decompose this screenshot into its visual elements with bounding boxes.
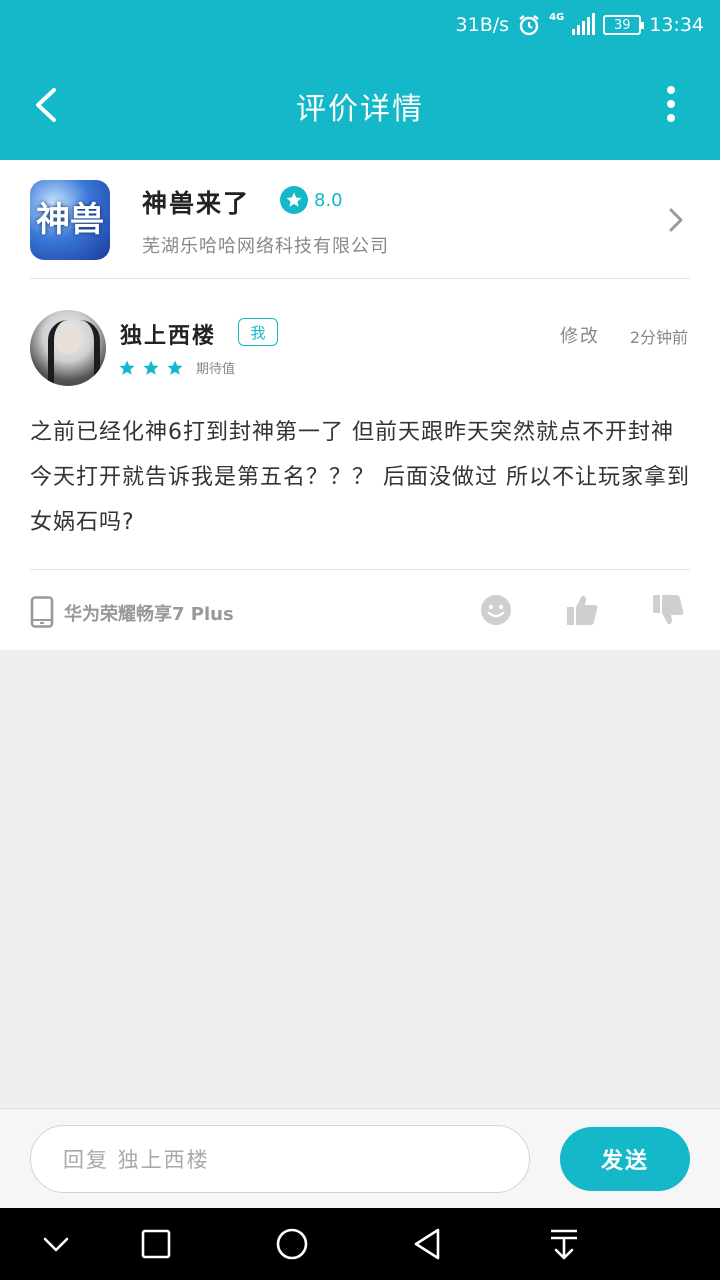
chevron-right-icon	[669, 208, 683, 232]
emoji-icon[interactable]	[478, 592, 514, 628]
recents-square-icon[interactable]	[138, 1226, 174, 1262]
game-name: 神兽来了	[142, 189, 251, 218]
divider	[30, 278, 690, 279]
reviewer-name[interactable]: 独上西楼	[120, 318, 216, 350]
review-footer: 华为荣耀畅享7 Plus	[0, 570, 720, 650]
clock: 13:34	[649, 14, 704, 36]
rating-value: 8.0	[314, 189, 343, 211]
signal-icon	[572, 13, 596, 35]
edit-button[interactable]: 修改	[560, 322, 600, 348]
review-time: 2分钟前	[629, 328, 688, 347]
star-icon	[143, 360, 159, 375]
battery-level: 39	[613, 17, 631, 33]
more-menu-icon[interactable]	[666, 86, 676, 122]
game-summary[interactable]: 神兽 神兽来了 8.0 芜湖乐哈哈网络科技有限公司	[0, 160, 720, 278]
star-label: 期待值	[196, 362, 236, 377]
phone-icon	[30, 596, 54, 628]
chevron-down-icon[interactable]	[38, 1226, 74, 1262]
navigation-bar	[0, 1208, 720, 1280]
star-icon	[119, 360, 135, 375]
send-button[interactable]: 发送	[560, 1127, 690, 1191]
thumbs-down-icon[interactable]	[650, 592, 686, 628]
title-bar: 评价详情	[0, 50, 720, 160]
device-name: 华为荣耀畅享7 Plus	[64, 604, 234, 625]
home-circle-icon[interactable]	[274, 1226, 310, 1262]
network-speed: 31B/s	[455, 14, 510, 36]
me-badge: 我	[238, 318, 278, 346]
alarm-icon	[519, 15, 539, 36]
star-icon	[167, 360, 183, 375]
reply-input[interactable]: 回复 独上西楼	[30, 1125, 530, 1193]
reply-bar: 回复 独上西楼 发送	[0, 1108, 720, 1208]
network-type: 4G	[549, 12, 565, 23]
back-triangle-icon[interactable]	[410, 1226, 446, 1262]
star-rating: 期待值	[118, 358, 235, 377]
rating-star-icon	[280, 186, 308, 214]
page-title: 评价详情	[296, 92, 424, 127]
game-icon: 神兽	[30, 180, 110, 260]
game-rating: 8.0	[280, 186, 343, 214]
review-text: 之前已经化神6打到封神第一了 但前天跟昨天突然就点不开封神 今天打开就告诉我是第…	[30, 420, 690, 535]
developer-name: 芜湖乐哈哈网络科技有限公司	[142, 236, 389, 257]
review-card: 神兽 神兽来了 8.0 芜湖乐哈哈网络科技有限公司 独上西楼 我 期待值 修改 …	[0, 160, 720, 650]
thumbs-up-icon[interactable]	[564, 592, 600, 628]
avatar[interactable]	[30, 310, 106, 386]
game-icon-text: 神兽	[36, 200, 104, 240]
status-bar: 31B/s 4G 39 13:34	[0, 0, 720, 50]
battery-icon: 39	[603, 15, 645, 35]
notification-pull-icon[interactable]	[546, 1226, 582, 1262]
